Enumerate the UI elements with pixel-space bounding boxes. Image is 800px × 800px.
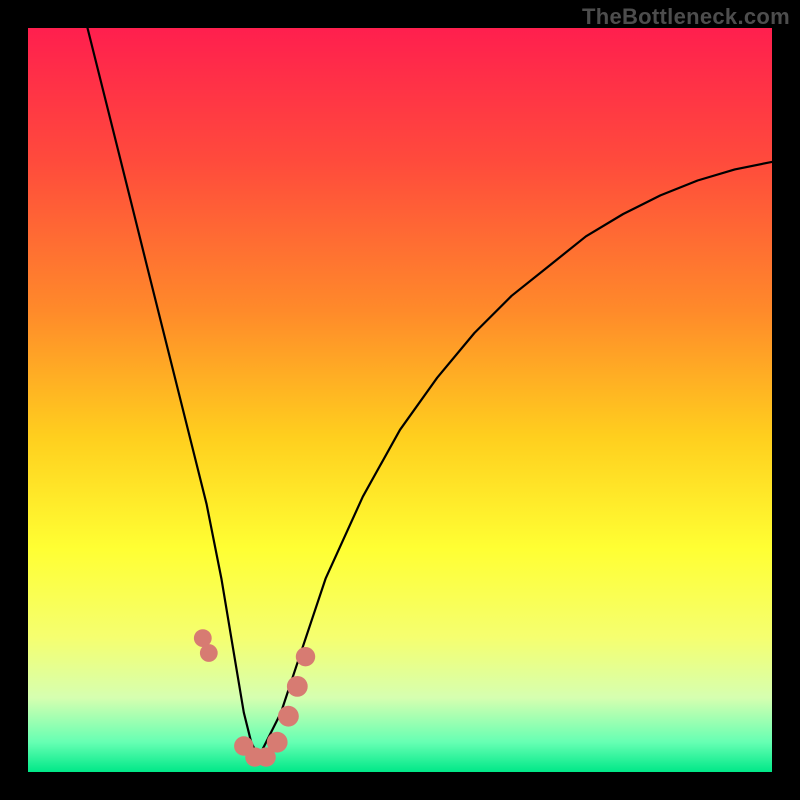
curve-marker — [278, 706, 299, 727]
curve-marker — [287, 676, 308, 697]
curve-marker — [296, 647, 315, 666]
bottleneck-curve — [28, 28, 772, 772]
plot-area — [28, 28, 772, 772]
curve-marker — [267, 732, 288, 753]
watermark-text: TheBottleneck.com — [582, 4, 790, 30]
curve-marker — [200, 644, 218, 662]
